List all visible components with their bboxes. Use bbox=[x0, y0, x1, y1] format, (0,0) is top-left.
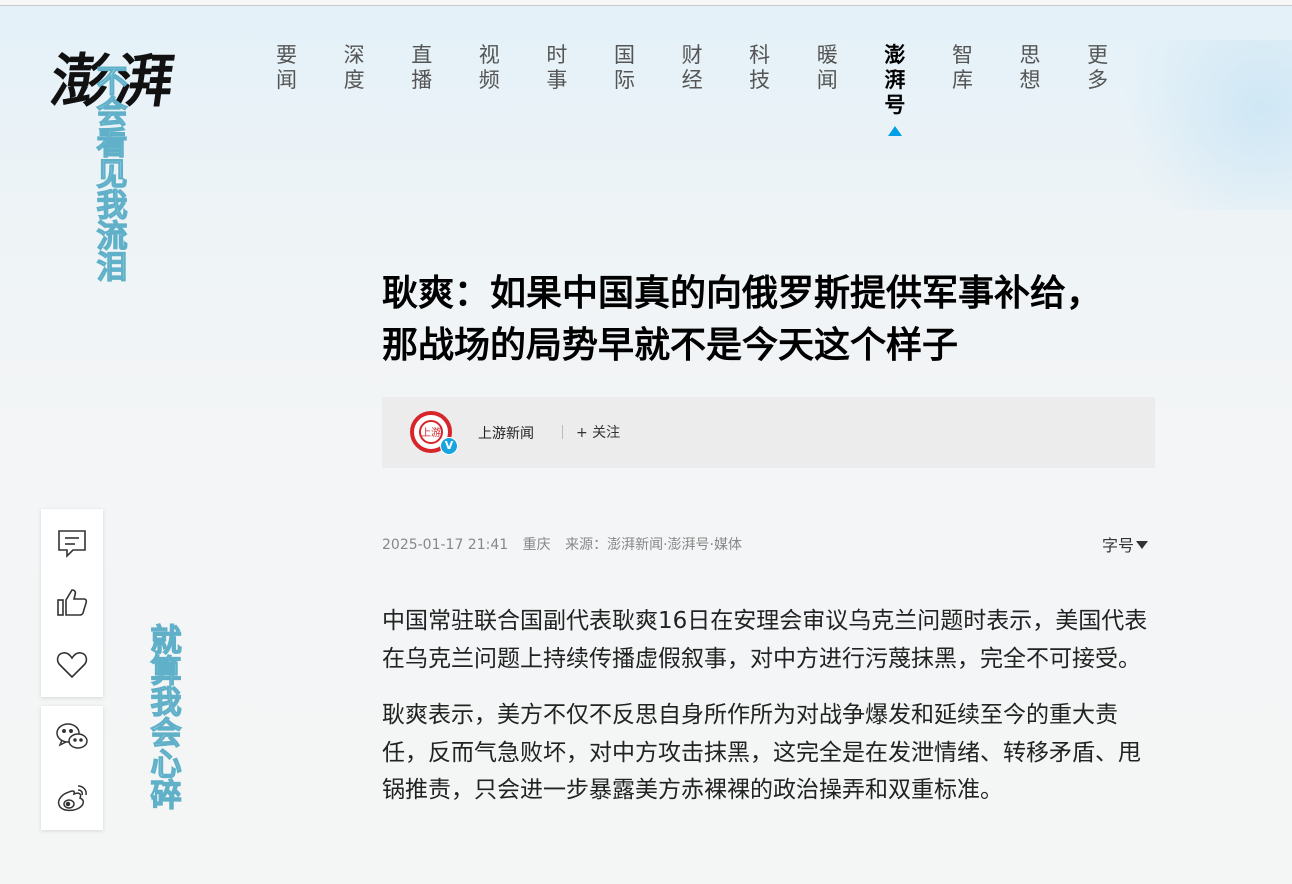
nav-item-zhiku[interactable]: 智 库 bbox=[948, 43, 1016, 136]
nav-label: 智 bbox=[951, 43, 973, 67]
nav-label: 多 bbox=[1087, 68, 1109, 92]
nav-item-guoji[interactable]: 国 际 bbox=[610, 43, 678, 136]
nav-label: 频 bbox=[478, 68, 500, 92]
nav-label: 思 bbox=[1019, 43, 1041, 67]
author-bar: 上游 V 上游新闻 + 关注 bbox=[382, 397, 1155, 468]
nav-item-nuanwen[interactable]: 暖 闻 bbox=[813, 43, 881, 136]
nav-item-yaowen[interactable]: 要 闻 bbox=[272, 43, 340, 136]
article-body: 中国常驻联合国副代表耿爽16日在安理会审议乌克兰问题时表示，美国代表在乌克兰问题… bbox=[382, 603, 1157, 829]
nav-label: 视 bbox=[478, 43, 500, 67]
nav-label: 要 bbox=[276, 43, 297, 67]
nav-item-gengduo[interactable]: 更 多 bbox=[1083, 43, 1151, 136]
nav-label: 财 bbox=[681, 43, 703, 67]
like-icon[interactable] bbox=[54, 585, 90, 621]
nav-label: 暖 bbox=[816, 43, 838, 67]
article-meta: 2025-01-17 21:41 重庆 来源：澎湃新闻·澎湃号·媒体 bbox=[382, 534, 752, 554]
nav-label: 湃 bbox=[884, 68, 906, 92]
nav-label: 经 bbox=[681, 68, 703, 92]
nav-label: 技 bbox=[749, 68, 771, 92]
nav-label: 深 bbox=[343, 43, 365, 67]
nav-label: 科 bbox=[749, 43, 771, 67]
nav-label: 国 bbox=[613, 43, 635, 67]
nav-item-caijing[interactable]: 财 经 bbox=[678, 43, 746, 136]
nav-label: 号 bbox=[884, 93, 906, 117]
active-indicator-icon bbox=[888, 126, 903, 136]
weibo-icon[interactable] bbox=[54, 780, 90, 816]
nav-label: 闻 bbox=[816, 68, 838, 92]
font-size-dropdown[interactable]: 字号 bbox=[1102, 532, 1149, 556]
font-size-label: 字号 bbox=[1102, 536, 1135, 555]
comment-icon[interactable] bbox=[54, 525, 90, 561]
share-sidebar bbox=[41, 706, 103, 830]
divider bbox=[562, 425, 563, 439]
publish-location: 重庆 bbox=[522, 537, 551, 553]
nav-label: 闻 bbox=[276, 68, 297, 92]
follow-button[interactable]: + 关注 bbox=[576, 422, 620, 442]
nav-label: 库 bbox=[951, 68, 973, 92]
heart-icon[interactable] bbox=[54, 647, 90, 683]
main-nav: 要 闻 深 度 直 播 视 频 时 事 国 际 财 经 科 技 暖 闻 澎 湃 … bbox=[272, 43, 1151, 136]
decorative-vertical-text: 不会看见我流泪 bbox=[96, 64, 128, 286]
article-title: 耿爽：如果中国真的向俄罗斯提供军事补给，那战场的局势早就不是今天这个样子 bbox=[382, 273, 1103, 366]
author-name-link[interactable]: 上游新闻 bbox=[478, 423, 534, 443]
caret-down-icon bbox=[1136, 541, 1149, 549]
nav-label: 时 bbox=[546, 43, 568, 67]
decorative-vertical-text: 就算我会心碎 bbox=[150, 623, 182, 814]
nav-item-keji[interactable]: 科 技 bbox=[745, 43, 813, 136]
nav-item-shishi[interactable]: 时 事 bbox=[542, 43, 610, 136]
article-source: 来源：澎湃新闻·澎湃号·媒体 bbox=[565, 537, 742, 553]
action-sidebar bbox=[41, 509, 103, 697]
article-paragraph: 耿爽表示，美方不仅不反思自身所作所为对战争爆发和延续至今的重大责任，反而气急败坏… bbox=[382, 702, 1141, 803]
publish-datetime: 2025-01-17 21:41 bbox=[382, 537, 509, 553]
nav-item-shendu[interactable]: 深 度 bbox=[340, 43, 408, 136]
nav-label: 际 bbox=[613, 68, 635, 92]
nav-label: 更 bbox=[1087, 43, 1109, 67]
nav-label: 直 bbox=[411, 43, 433, 67]
nav-label: 播 bbox=[411, 68, 433, 92]
avatar-logo-text: 上游 bbox=[419, 420, 443, 444]
nav-label: 澎 bbox=[884, 43, 906, 67]
nav-item-shipin[interactable]: 视 频 bbox=[475, 43, 543, 136]
browser-top-border bbox=[0, 0, 1292, 6]
wechat-icon[interactable] bbox=[54, 719, 90, 755]
nav-label: 度 bbox=[343, 68, 365, 92]
nav-label: 想 bbox=[1019, 68, 1041, 92]
verified-badge-icon: V bbox=[440, 437, 458, 455]
article-paragraph: 中国常驻联合国副代表耿爽16日在安理会审议乌克兰问题时表示，美国代表在乌克兰问题… bbox=[382, 608, 1148, 672]
nav-item-pengpaihao[interactable]: 澎 湃 号 bbox=[880, 43, 948, 136]
nav-label: 事 bbox=[546, 68, 568, 92]
nav-item-zhibo[interactable]: 直 播 bbox=[407, 43, 475, 136]
nav-item-sixiang[interactable]: 思 想 bbox=[1016, 43, 1084, 136]
